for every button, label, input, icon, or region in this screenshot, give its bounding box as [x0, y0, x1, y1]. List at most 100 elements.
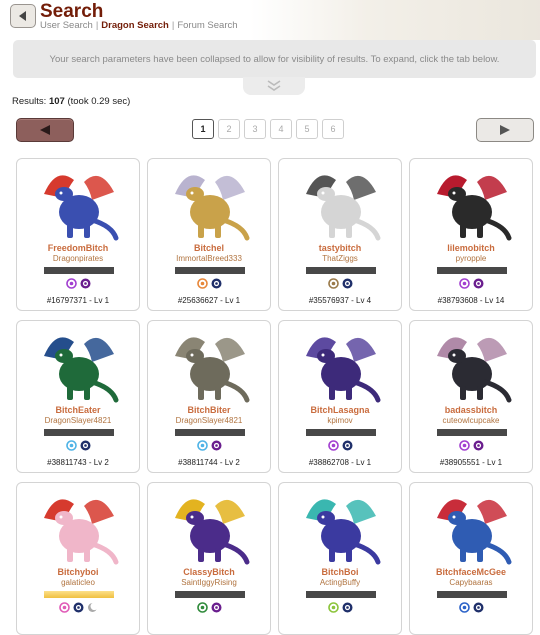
arrow-left-icon — [19, 11, 26, 21]
eye-purple-icon — [80, 278, 91, 289]
water-blue-icon — [458, 602, 470, 613]
dragon-id-level: #25636627 - Lv 1 — [177, 296, 241, 305]
dragon-icons — [410, 278, 532, 289]
dragon-image[interactable] — [34, 488, 124, 566]
eye-navy-icon — [80, 440, 91, 451]
dragon-status-bar — [437, 267, 507, 274]
moon-gray-icon — [87, 602, 98, 613]
dragon-card[interactable]: BitchEater DragonSlayer4821 #38811743 - Lv… — [16, 320, 140, 473]
results-label: Results: — [12, 96, 47, 107]
eye-purple-icon — [211, 440, 222, 451]
dragon-name[interactable]: BitchEater — [17, 405, 139, 415]
dragon-id-level: #16797371 - Lv 1 — [46, 296, 110, 305]
dragon-image[interactable] — [296, 326, 386, 404]
dragon-card[interactable]: tastybitch ThatZiggs #35576937 - Lv 4 — [278, 158, 402, 311]
breadcrumb-divider: | — [171, 20, 175, 31]
flame-orange-icon — [196, 278, 208, 289]
dragon-card[interactable]: BitchLasagna kpimov #38862708 - Lv 1 — [278, 320, 402, 473]
dragon-name[interactable]: tastybitch — [279, 243, 401, 253]
dragon-owner[interactable]: ImmortalBreed333 — [148, 254, 270, 263]
dragon-owner[interactable]: ThatZiggs — [279, 254, 401, 263]
dragon-name[interactable]: lilemobitch — [410, 243, 532, 253]
dragon-owner[interactable]: cuteowlcupcake — [410, 416, 532, 425]
dragon-card[interactable]: ClassyBitch SaintIggyRising — [147, 482, 271, 635]
breadcrumb: User Search | Dragon Search | Forum Search — [40, 20, 238, 31]
swirl-purple-icon — [458, 278, 470, 289]
dragon-id-level: #38862708 - Lv 1 — [308, 458, 372, 467]
dragon-name[interactable]: BitchBiter — [148, 405, 270, 415]
dragon-status-bar — [175, 429, 245, 436]
breadcrumb-forum-search[interactable]: Forum Search — [177, 20, 237, 31]
double-chevron-down-icon — [267, 80, 281, 91]
swirl-purple-icon — [458, 440, 470, 451]
dragon-status-bar — [437, 591, 507, 598]
dragon-image[interactable] — [296, 164, 386, 242]
dragon-owner[interactable]: kpimov — [279, 416, 401, 425]
dragon-owner[interactable]: Dragonpirates — [17, 254, 139, 263]
dragon-image[interactable] — [427, 164, 517, 242]
dragon-results-grid: FreedomBitch Dragonpirates #16797371 - Lv … — [16, 158, 536, 635]
arrow-left-icon — [40, 125, 50, 135]
dragon-image[interactable] — [34, 164, 124, 242]
earth-tan-icon — [327, 278, 339, 289]
dragon-owner[interactable]: SaintIggyRising — [148, 578, 270, 587]
dragon-owner[interactable]: DragonSlayer4821 — [148, 416, 270, 425]
dragon-id-level: #35576937 - Lv 4 — [308, 296, 372, 305]
dragon-card[interactable]: Bitchel ImmortalBreed333 #25636627 - Lv 1 — [147, 158, 271, 311]
dragon-card[interactable]: lilemobitch pyropple #38793608 - Lv 14 — [409, 158, 533, 311]
eye-navy-icon — [342, 602, 353, 613]
next-page-button[interactable] — [476, 118, 534, 142]
dragon-name[interactable]: BitchBoi — [279, 567, 401, 577]
dragon-name[interactable]: FreedomBitch — [17, 243, 139, 253]
dragon-image[interactable] — [427, 488, 517, 566]
dragon-image[interactable] — [165, 326, 255, 404]
dragon-image[interactable] — [296, 488, 386, 566]
breadcrumb-dragon-search[interactable]: Dragon Search — [101, 20, 169, 31]
page-5-button[interactable]: 5 — [296, 119, 318, 139]
breadcrumb-divider: | — [95, 20, 99, 31]
dragon-card[interactable]: FreedomBitch Dragonpirates #16797371 - Lv … — [16, 158, 140, 311]
page-3-button[interactable]: 3 — [244, 119, 266, 139]
dragon-status-bar — [175, 591, 245, 598]
dragon-owner[interactable]: Capybaaras — [410, 578, 532, 587]
dragon-image[interactable] — [165, 164, 255, 242]
dragon-image[interactable] — [165, 488, 255, 566]
dragon-name[interactable]: BitchfaceMcGee — [410, 567, 532, 577]
dragon-card[interactable]: Bitchyboi galaticleo — [16, 482, 140, 635]
swirl-pink-icon — [58, 602, 70, 613]
expand-parameters-tab[interactable] — [243, 77, 305, 95]
dragon-icons — [17, 602, 139, 613]
dragon-image[interactable] — [427, 326, 517, 404]
page-2-button[interactable]: 2 — [218, 119, 240, 139]
dragon-icons — [148, 602, 270, 613]
dragon-owner[interactable]: DragonSlayer4821 — [17, 416, 139, 425]
dragon-icons — [410, 602, 532, 613]
dragon-name[interactable]: Bitchel — [148, 243, 270, 253]
dragon-card[interactable]: BitchBiter DragonSlayer4821 #38811744 - Lv… — [147, 320, 271, 473]
eye-navy-icon — [342, 440, 353, 451]
page-6-button[interactable]: 6 — [322, 119, 344, 139]
dragon-id-level: #38905551 - Lv 1 — [439, 458, 503, 467]
dragon-name[interactable]: ClassyBitch — [148, 567, 270, 577]
page-4-button[interactable]: 4 — [270, 119, 292, 139]
page-1-button[interactable]: 1 — [192, 119, 214, 139]
breadcrumb-user-search[interactable]: User Search — [40, 20, 93, 31]
dragon-name[interactable]: badassbitch — [410, 405, 532, 415]
header-banner — [250, 0, 540, 40]
results-summary: Results: 107 (took 0.29 sec) — [12, 96, 130, 107]
dragon-owner[interactable]: pyropple — [410, 254, 532, 263]
eye-navy-icon — [73, 602, 84, 613]
dragon-status-bar — [437, 429, 507, 436]
dragon-owner[interactable]: galaticleo — [17, 578, 139, 587]
back-button[interactable] — [10, 4, 36, 28]
dragon-card[interactable]: BitchfaceMcGee Capybaaras — [409, 482, 533, 635]
dragon-icons — [279, 278, 401, 289]
dragon-card[interactable]: BitchBoi ActingBuffy — [278, 482, 402, 635]
dragon-card[interactable]: badassbitch cuteowlcupcake #38905551 - Lv … — [409, 320, 533, 473]
dragon-owner[interactable]: ActingBuffy — [279, 578, 401, 587]
previous-page-button[interactable] — [16, 118, 74, 142]
dragon-name[interactable]: Bitchyboi — [17, 567, 139, 577]
eye-navy-icon — [342, 278, 353, 289]
dragon-image[interactable] — [34, 326, 124, 404]
dragon-name[interactable]: BitchLasagna — [279, 405, 401, 415]
